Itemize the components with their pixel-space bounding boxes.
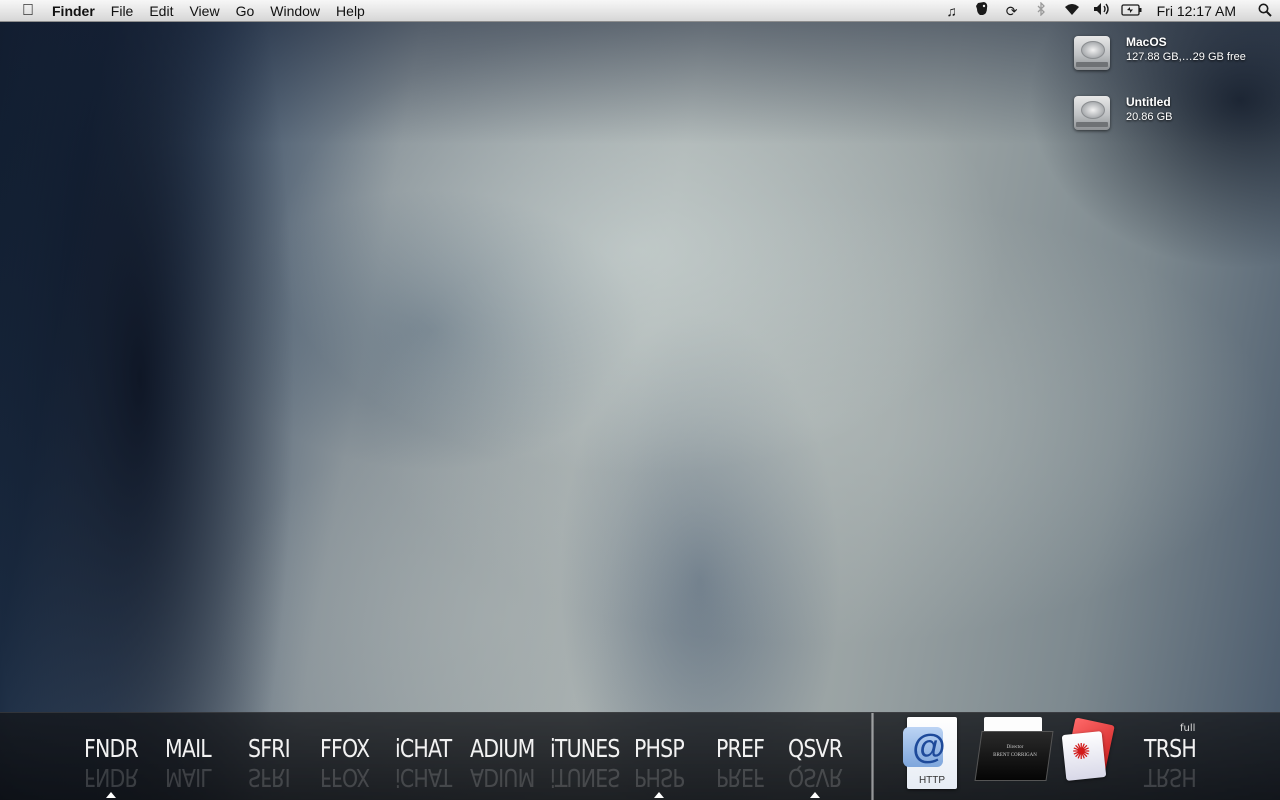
menu-view[interactable]: View bbox=[181, 0, 227, 22]
drive-info: 20.86 GB bbox=[1126, 111, 1173, 123]
dock-item-photoshop[interactable]: PHSP PHSP bbox=[634, 733, 685, 792]
desktop-drive-untitled[interactable]: Untitled 20.86 GB bbox=[1072, 92, 1172, 134]
dock-item-safari[interactable]: SFRI SFRI bbox=[248, 733, 291, 792]
acrobat-icon: ✺ bbox=[1072, 739, 1091, 764]
menu-app-finder[interactable]: Finder bbox=[42, 0, 103, 22]
trash-status: full bbox=[1180, 723, 1196, 734]
dock-separator[interactable] bbox=[871, 713, 874, 800]
http-doc-label: HTTP bbox=[918, 775, 946, 786]
menu-bar:  Finder File Edit View Go Window Help ♫… bbox=[0, 0, 1280, 22]
drive-info: 127.88 GB,…29 GB free bbox=[1126, 51, 1246, 63]
sync-icon[interactable]: ⟳ bbox=[997, 0, 1027, 22]
evernote-elephant-icon[interactable] bbox=[967, 0, 997, 22]
bluetooth-icon[interactable] bbox=[1027, 0, 1057, 22]
dock: FNDR FNDR MAIL MAIL SFRI SFRI FFOX FFOX iCHA… bbox=[0, 712, 1280, 800]
drive-name: Untitled bbox=[1126, 95, 1171, 109]
poster-line-1: Director bbox=[1006, 745, 1024, 750]
dock-item-quicksilver[interactable]: QSVR QSVR bbox=[788, 733, 843, 792]
menu-help[interactable]: Help bbox=[328, 0, 373, 22]
poster-line-2: BRENT CORRIGAN bbox=[993, 753, 1037, 758]
running-indicator-quicksilver bbox=[810, 792, 820, 798]
dock-item-http-document[interactable]: @ HTTP bbox=[903, 717, 961, 791]
menu-edit[interactable]: Edit bbox=[141, 0, 181, 22]
dock-item-preferences[interactable]: PREF PREF bbox=[716, 733, 765, 792]
music-note-icon[interactable]: ♫ bbox=[937, 0, 967, 22]
menu-window[interactable]: Window bbox=[262, 0, 328, 22]
dock-item-poster-file[interactable]: Director BRENT CORRIGAN bbox=[974, 717, 1054, 785]
wifi-icon[interactable] bbox=[1057, 0, 1087, 22]
dock-item-finder[interactable]: FNDR FNDR bbox=[84, 733, 139, 792]
dock-item-adium[interactable]: ADIUM ADIUM bbox=[470, 733, 535, 792]
hard-drive-icon bbox=[1072, 92, 1112, 134]
running-indicator-photoshop bbox=[654, 792, 664, 798]
menu-go[interactable]: Go bbox=[228, 0, 263, 22]
dock-item-mail[interactable]: MAIL MAIL bbox=[165, 733, 212, 792]
dock-apps: FNDR FNDR MAIL MAIL SFRI SFRI FFOX FFOX iCHA… bbox=[0, 713, 870, 800]
status-area: ♫ ⟳ Fri 12:17 AM bbox=[937, 0, 1280, 22]
menu-file[interactable]: File bbox=[103, 0, 142, 22]
hard-drive-icon bbox=[1072, 32, 1112, 74]
spotlight-search-icon[interactable] bbox=[1250, 3, 1280, 20]
volume-icon[interactable] bbox=[1087, 0, 1117, 22]
desktop-drive-macos[interactable]: MacOS 127.88 GB,…29 GB free bbox=[1072, 32, 1246, 74]
dock-item-firefox[interactable]: FFOX FFOX bbox=[320, 733, 370, 792]
dock-item-itunes[interactable]: iTUNES iTUNES bbox=[550, 733, 620, 792]
apple-menu-icon[interactable]:  bbox=[14, 0, 42, 22]
drive-name: MacOS bbox=[1126, 35, 1167, 49]
dock-item-pdf-stack[interactable]: ✺ bbox=[1061, 717, 1120, 789]
menu-clock[interactable]: Fri 12:17 AM bbox=[1147, 3, 1250, 19]
running-indicator-finder bbox=[106, 792, 116, 798]
dock-item-ichat[interactable]: iCHAT iCHAT bbox=[395, 733, 452, 792]
dock-item-trash[interactable]: TRSH TRSH bbox=[1144, 733, 1197, 792]
at-sign-icon: @ bbox=[912, 728, 946, 766]
battery-icon[interactable] bbox=[1117, 0, 1147, 22]
